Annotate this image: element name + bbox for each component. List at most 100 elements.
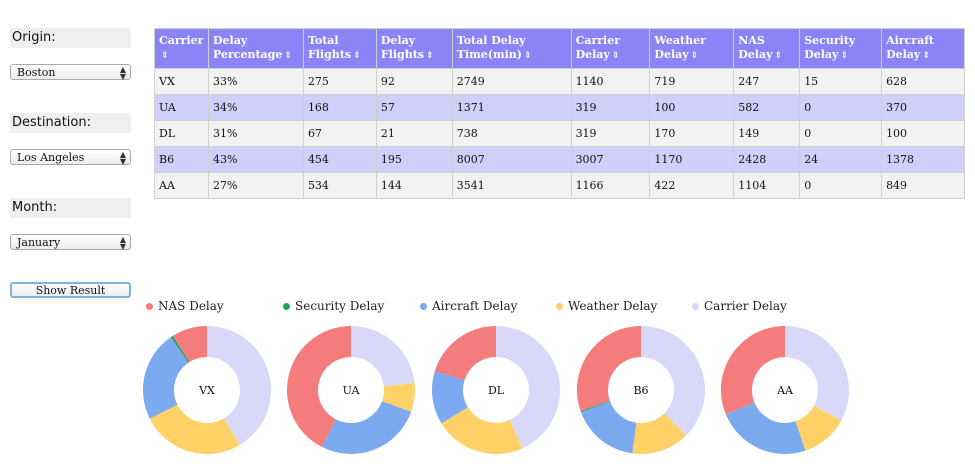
sort-icon[interactable]: ⇕ [353,51,361,61]
table-cell: 67 [302,120,377,147]
month-select[interactable]: January ▲ ▼ [10,234,131,251]
table-cell: 15 [799,68,883,95]
legend-item[interactable]: Security Delay [283,299,384,313]
donut-slice[interactable] [351,326,415,387]
column-header[interactable]: Total Flights ⇕ [302,28,377,69]
sort-icon[interactable]: ⇕ [840,51,848,61]
table-cell: 31% [207,120,304,147]
donut-slice[interactable] [149,404,240,454]
donut-slice[interactable] [641,326,705,436]
donut-slice[interactable] [721,326,785,415]
sort-icon[interactable]: ⇕ [775,51,783,61]
donut-label: B6 [633,384,648,397]
column-header-text: Delay [886,48,921,61]
column-header[interactable]: Aircraft Delay ⇕ [881,28,965,69]
legend-swatch [692,302,699,310]
donut-chart: UA [287,326,415,454]
table-cell: 582 [733,94,801,121]
table-cell: 43% [207,146,304,173]
column-header-text: Delay [804,48,839,61]
sort-icon[interactable]: ⇕ [426,51,434,61]
table-cell: 0 [799,172,883,199]
table-cell: 370 [881,94,965,121]
column-header-text: Carrier [159,34,204,47]
table-cell: 33% [207,68,304,95]
donut-slice[interactable] [580,401,637,454]
table-cell: 57 [375,94,453,121]
destination-select[interactable]: Los Angeles ▲ ▼ [10,149,131,166]
column-header[interactable]: Delay Flights ⇕ [375,28,453,69]
table-row: VX 33% 275 92 2749 1140 719 247 15 628 [154,68,965,95]
table-cell: B6 [154,146,209,173]
sort-icon[interactable]: ⇕ [922,51,930,61]
sort-icon[interactable]: ⇕ [612,51,620,61]
column-header-text: Time(min) [456,48,522,61]
legend-item[interactable]: Carrier Delay [692,299,787,313]
column-header-text: NAS [738,34,765,47]
legend-item[interactable]: NAS Delay [146,299,224,313]
sort-icon[interactable]: ⇕ [524,51,532,61]
month-label: Month: [10,198,131,218]
table-cell: VX [154,68,209,95]
column-header-text: Delay [654,48,689,61]
sort-icon[interactable]: ⇕ [691,51,699,61]
donut-label: DL [488,384,505,397]
origin-select-value: Boston [17,66,56,79]
select-arrows-icon: ▲ ▼ [119,150,126,166]
column-header-text: Delay [575,48,610,61]
donut-slice[interactable] [321,401,412,454]
origin-select[interactable]: Boston ▲ ▼ [10,64,131,81]
table-cell: 195 [375,146,453,173]
donut-chart: VX [143,326,271,454]
table-cell: 738 [451,120,572,147]
column-header[interactable]: Total Delay Time(min) ⇕ [451,28,572,69]
column-header[interactable]: Security Delay ⇕ [799,28,883,69]
column-header-text: Weather [654,34,706,47]
column-header-text: Total [307,34,339,47]
table-row: AA 27% 534 144 3541 1166 422 1104 0 849 [154,172,965,199]
table-header-row: Carrier ⇕ Delay Percentage ⇕ Total Flights ⇕ Del… [154,28,965,69]
column-header[interactable]: NAS Delay ⇕ [733,28,801,69]
table-cell: 92 [375,68,453,95]
table-cell: 319 [570,120,651,147]
table-cell: 27% [207,172,304,199]
legend-item[interactable]: Aircraft Delay [420,299,517,313]
column-header-text: Delay [738,48,773,61]
column-header[interactable]: Carrier ⇕ [154,28,209,69]
legend-item[interactable]: Weather Delay [556,299,657,313]
table-cell: 275 [302,68,377,95]
donut-chart: DL [432,326,560,454]
legend-swatch [146,302,153,310]
show-result-button[interactable]: Show Result [10,282,131,298]
donut-slice[interactable] [577,326,641,412]
table-cell: 34% [207,94,304,121]
table-cell: 422 [649,172,735,199]
column-header[interactable]: Weather Delay ⇕ [649,28,735,69]
table-cell: 170 [649,120,735,147]
table-cell: 100 [649,94,735,121]
legend-label: Weather Delay [568,299,658,313]
table-cell: DL [154,120,209,147]
legend-swatch [283,302,290,310]
donut-slice[interactable] [785,326,849,421]
table-cell: AA [154,172,209,199]
legend-label: Carrier Delay [704,299,787,313]
table-row: B6 43% 454 195 8007 3007 1170 2428 24 1378 [154,146,965,173]
donut-slice[interactable] [725,402,806,454]
sort-icon[interactable]: ⇕ [161,51,169,61]
table-cell: 319 [570,94,651,121]
column-header[interactable]: Delay Percentage ⇕ [207,28,304,69]
donut-chart: B6 [577,326,705,454]
table-cell: 100 [881,120,965,147]
table-cell: 3007 [570,146,651,173]
donut-slice[interactable] [434,326,496,381]
column-header-text: Aircraft [886,34,935,47]
column-header[interactable]: Carrier Delay ⇕ [570,28,651,69]
table-cell: 454 [302,146,377,173]
table-row: UA 34% 168 57 1371 319 100 582 0 370 [154,94,965,121]
column-header-text: Security [804,34,856,47]
table-cell: 24 [799,146,883,173]
donut-label: VX [198,384,215,397]
column-header-text: Delay [380,34,416,47]
sort-icon[interactable]: ⇕ [284,51,292,61]
